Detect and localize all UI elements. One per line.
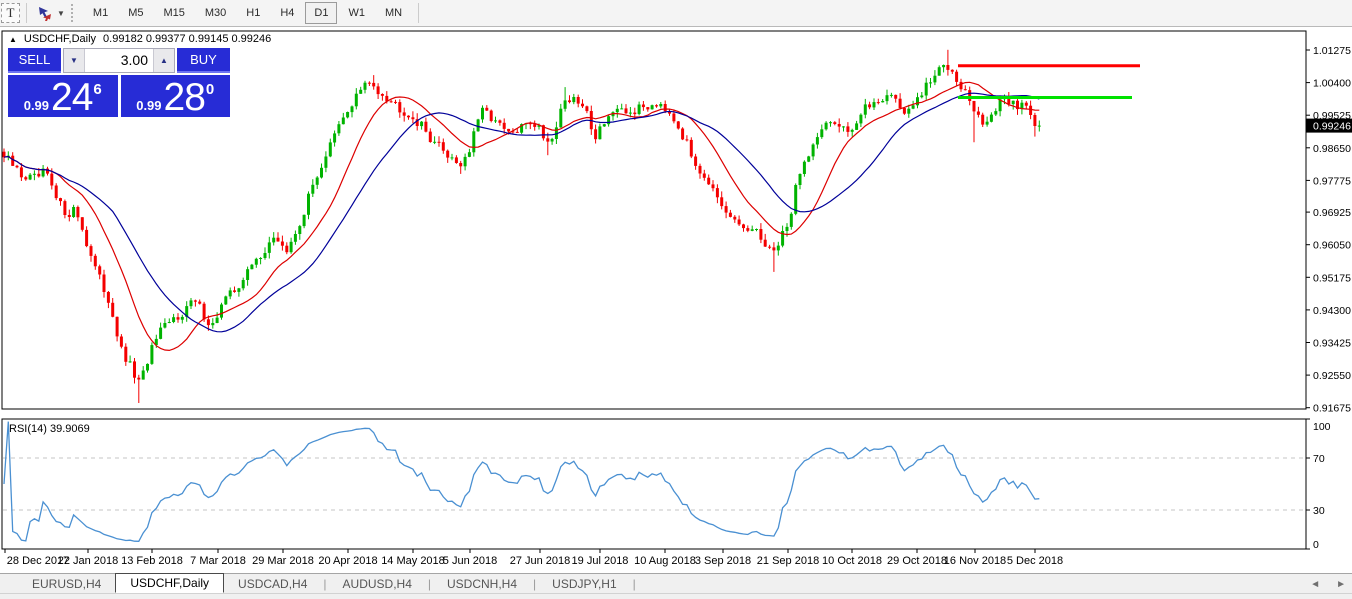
status-bar bbox=[0, 593, 1352, 599]
top-toolbar: T ▼ M1 M5 M15 M30 H1 H4 D1 W1 MN bbox=[0, 0, 1352, 27]
one-click-trade-widget: SELL ▼ 3.00 ▲ BUY 0.99 24 6 0.99 28 0 bbox=[8, 48, 230, 117]
chevron-down-icon[interactable]: ▼ bbox=[57, 9, 65, 18]
cursor-arrows-tool[interactable]: ▼ bbox=[33, 3, 68, 23]
svg-text:0.99246: 0.99246 bbox=[1313, 121, 1351, 133]
tf-button-h4[interactable]: H4 bbox=[271, 2, 303, 24]
tab-scroll-right-icon[interactable]: ► bbox=[1336, 579, 1346, 590]
ohlc-values: 0.99182 0.99377 0.99145 0.99246 bbox=[103, 33, 271, 45]
price-axis-label: 0.95175 bbox=[1313, 272, 1351, 284]
tab-divider: | bbox=[321, 574, 328, 593]
toolbar-separator bbox=[418, 3, 419, 23]
date-axis-label: 20 Apr 2018 bbox=[318, 555, 377, 567]
current-price-tag: 0.99246 bbox=[1306, 119, 1352, 133]
price-axis-label: 0.97775 bbox=[1313, 175, 1351, 187]
tab-audusd-h4[interactable]: AUDUSD,H4 bbox=[329, 574, 426, 593]
chart-header: ▲ USDCHF,Daily 0.99182 0.99377 0.99145 0… bbox=[9, 33, 271, 45]
collapse-triangle-icon[interactable]: ▲ bbox=[9, 35, 17, 44]
sell-price-big: 24 bbox=[51, 82, 92, 113]
toolbar-separator bbox=[26, 3, 27, 23]
price-axis-label: 0.98650 bbox=[1313, 143, 1351, 155]
rsi-axis-label: 30 bbox=[1313, 505, 1325, 517]
price-axis-label: 1.01275 bbox=[1313, 45, 1351, 57]
tf-button-m1[interactable]: M1 bbox=[84, 2, 117, 24]
rsi-axis: 100 70 30 0 bbox=[1306, 419, 1331, 551]
text-tool-icon[interactable]: T bbox=[1, 3, 20, 23]
volume-decrease-button[interactable]: ▼ bbox=[64, 49, 85, 72]
date-axis-label: 21 Sep 2018 bbox=[757, 555, 819, 567]
symbol-label: USDCHF,Daily bbox=[24, 33, 96, 45]
rsi-indicator-label: RSI(14) 39.9069 bbox=[9, 423, 90, 435]
price-axis-label: 0.96925 bbox=[1313, 207, 1351, 219]
cursor-arrows-icon bbox=[36, 5, 54, 21]
buy-price-sup: 0 bbox=[206, 84, 214, 96]
price-axis-label: 0.93425 bbox=[1313, 338, 1351, 350]
date-axis-label: 10 Oct 2018 bbox=[822, 555, 882, 567]
tab-scroll-left-icon[interactable]: ◄ bbox=[1310, 579, 1320, 590]
sell-price-sup: 6 bbox=[93, 84, 101, 96]
rsi-axis-label: 70 bbox=[1313, 453, 1325, 465]
date-axis-label: 29 Mar 2018 bbox=[252, 555, 314, 567]
tab-usdcad-h4[interactable]: USDCAD,H4 bbox=[224, 574, 321, 593]
price-axis-label: 0.91675 bbox=[1313, 403, 1351, 415]
tf-button-m5[interactable]: M5 bbox=[119, 2, 152, 24]
date-axis-label: 29 Oct 2018 bbox=[887, 555, 947, 567]
tab-usdchf-daily[interactable]: USDCHF,Daily bbox=[115, 573, 224, 593]
price-axis: 1.012751.004000.995250.986500.977750.969… bbox=[1306, 45, 1351, 415]
tab-usdjpy-h1[interactable]: USDJPY,H1 bbox=[538, 574, 630, 593]
volume-increase-button[interactable]: ▲ bbox=[153, 49, 174, 72]
date-axis-label: 13 Feb 2018 bbox=[121, 555, 183, 567]
tf-button-d1[interactable]: D1 bbox=[305, 2, 337, 24]
date-axis-label: 27 Jun 2018 bbox=[510, 555, 571, 567]
chart-tab-bar: EURUSD,H4 USDCHF,Daily USDCAD,H4 | AUDUS… bbox=[0, 573, 1352, 593]
date-axis-label: 5 Jun 2018 bbox=[443, 555, 497, 567]
tf-button-m30[interactable]: M30 bbox=[196, 2, 235, 24]
tab-divider: | bbox=[531, 574, 538, 593]
date-axis-label: 7 Mar 2018 bbox=[190, 555, 246, 567]
date-axis-label: 3 Sep 2018 bbox=[695, 555, 751, 567]
tab-eurusd-h4[interactable]: EURUSD,H4 bbox=[18, 574, 115, 593]
buy-price-prefix: 0.99 bbox=[136, 98, 161, 113]
volume-input[interactable]: 3.00 bbox=[85, 49, 153, 72]
date-axis-label: 19 Jul 2018 bbox=[572, 555, 629, 567]
sell-price-prefix: 0.99 bbox=[24, 98, 49, 113]
tab-divider: | bbox=[426, 574, 433, 593]
tf-button-h1[interactable]: H1 bbox=[237, 2, 269, 24]
sell-button[interactable]: SELL bbox=[8, 48, 61, 73]
date-axis-label: 16 Nov 2018 bbox=[944, 555, 1006, 567]
price-axis-label: 1.00400 bbox=[1313, 78, 1351, 90]
buy-price-big: 28 bbox=[164, 82, 205, 113]
rsi-axis-label: 0 bbox=[1313, 539, 1319, 551]
date-axis: 28 Dec 201722 Jan 201813 Feb 20187 Mar 2… bbox=[5, 549, 1063, 567]
tf-button-m15[interactable]: M15 bbox=[154, 2, 193, 24]
price-axis-label: 0.96050 bbox=[1313, 240, 1351, 252]
date-axis-label: 5 Dec 2018 bbox=[1007, 555, 1063, 567]
date-axis-label: 10 Aug 2018 bbox=[634, 555, 696, 567]
sell-price-button[interactable]: 0.99 24 6 bbox=[8, 75, 118, 117]
rsi-axis-label: 100 bbox=[1313, 421, 1331, 433]
volume-spinner: ▼ 3.00 ▲ bbox=[63, 48, 175, 73]
buy-price-button[interactable]: 0.99 28 0 bbox=[121, 75, 231, 117]
date-axis-label: 14 May 2018 bbox=[381, 555, 445, 567]
date-axis-label: 22 Jan 2018 bbox=[58, 555, 119, 567]
tf-button-w1[interactable]: W1 bbox=[339, 2, 374, 24]
tf-button-mn[interactable]: MN bbox=[376, 2, 411, 24]
toolbar-grip[interactable] bbox=[71, 4, 76, 22]
tab-divider: | bbox=[631, 574, 638, 593]
price-axis-label: 0.94300 bbox=[1313, 305, 1351, 317]
buy-button[interactable]: BUY bbox=[177, 48, 230, 73]
tab-usdcnh-h4[interactable]: USDCNH,H4 bbox=[433, 574, 531, 593]
price-axis-label: 0.92550 bbox=[1313, 370, 1351, 382]
